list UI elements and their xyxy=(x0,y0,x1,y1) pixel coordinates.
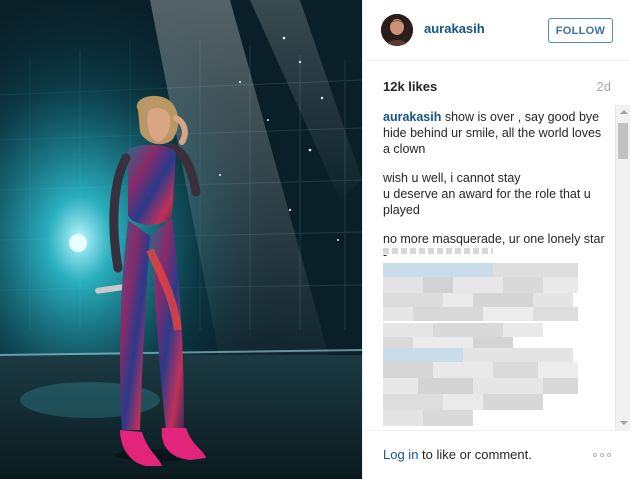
blurred-comment-1 xyxy=(383,263,583,323)
caption-paragraph-1: aurakasih show is over , say good bye hi… xyxy=(383,109,611,157)
post-photo[interactable] xyxy=(0,0,362,479)
scroll-thumb[interactable] xyxy=(618,123,628,159)
likes-count[interactable]: 12k likes xyxy=(383,79,437,94)
caption-overflow-line xyxy=(383,246,611,256)
scroll-up-arrow-icon[interactable] xyxy=(620,110,628,114)
blurred-comment-art xyxy=(383,348,578,426)
avatar[interactable] xyxy=(381,14,413,46)
likes-row: 12k likes 2d xyxy=(363,61,630,105)
post-sidebar: aurakasih FOLLOW 12k likes 2d aurakasih … xyxy=(362,0,630,479)
username-link[interactable]: aurakasih xyxy=(424,21,485,36)
post-footer: Log in to like or comment. xyxy=(363,430,630,479)
post-age[interactable]: 2d xyxy=(597,79,611,94)
caption-paragraph-2: wish u well, i cannot stay u deserve an … xyxy=(383,170,611,218)
caption: aurakasih show is over , say good bye hi… xyxy=(383,109,611,276)
login-prompt: Log in to like or comment. xyxy=(383,447,532,462)
stage-photo-art xyxy=(0,0,362,479)
blurred-comment-3 xyxy=(383,348,583,428)
post-header: aurakasih FOLLOW xyxy=(363,0,630,61)
follow-button[interactable]: FOLLOW xyxy=(548,18,613,43)
ellipsis-icon[interactable] xyxy=(593,453,613,459)
avatar-image xyxy=(381,14,413,46)
scroll-down-arrow-icon[interactable] xyxy=(620,421,628,425)
comments-list[interactable]: aurakasih show is over , say good bye hi… xyxy=(363,105,630,430)
login-prompt-text: to like or comment. xyxy=(418,447,532,462)
blurred-comment-art xyxy=(383,263,578,321)
login-link[interactable]: Log in xyxy=(383,447,418,462)
comments-scrollbar[interactable] xyxy=(615,105,630,430)
caption-username[interactable]: aurakasih xyxy=(383,110,441,124)
caption-text-2: wish u well, i cannot stay u deserve an … xyxy=(383,171,591,217)
